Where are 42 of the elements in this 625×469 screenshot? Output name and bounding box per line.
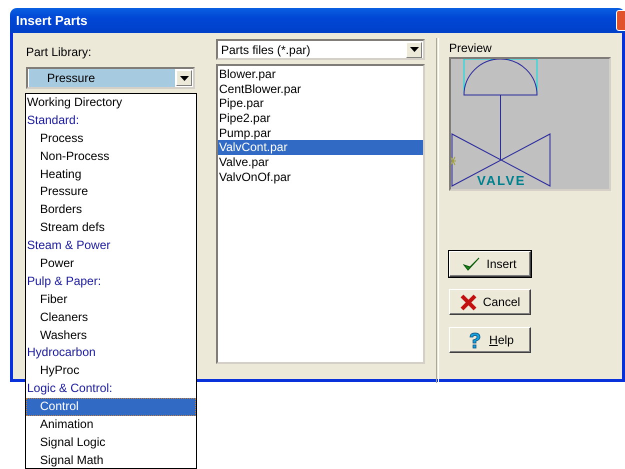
library-item[interactable]: Signal Logic xyxy=(26,434,196,452)
library-item[interactable]: Pressure xyxy=(26,183,196,202)
file-item[interactable]: Pipe.par xyxy=(218,96,423,112)
insert-button[interactable]: Insert xyxy=(449,251,531,277)
library-item[interactable]: Fiber xyxy=(26,290,196,309)
category-header[interactable]: Steam & Power xyxy=(26,237,196,256)
library-item[interactable]: Non-Process xyxy=(26,148,196,166)
file-item[interactable]: ValvCont.par xyxy=(218,140,423,156)
window-title: Insert Parts xyxy=(16,13,88,28)
file-item[interactable]: CentBlower.par xyxy=(218,82,423,96)
library-item[interactable]: Signal Math xyxy=(26,452,196,468)
library-item[interactable]: Working Directory xyxy=(26,94,196,112)
checkmark-icon xyxy=(463,256,480,272)
field-label: Part Library: xyxy=(26,45,92,61)
cancel-button[interactable]: Cancel xyxy=(449,289,531,315)
library-item[interactable]: Control xyxy=(26,398,196,416)
file-type-dropdown[interactable]: Parts files (*.par) xyxy=(216,39,425,60)
library-dropdown[interactable]: Pressure xyxy=(26,67,195,89)
library-item[interactable]: Borders xyxy=(26,201,196,220)
file-item[interactable]: Pump.par xyxy=(218,126,423,140)
file-item[interactable]: Valve.par xyxy=(218,155,423,170)
file-item[interactable]: ValvOnOf.par xyxy=(218,170,423,184)
library-item[interactable]: Process xyxy=(26,130,196,148)
library-item[interactable]: Heating xyxy=(26,166,196,184)
library-item[interactable]: Washers xyxy=(26,326,196,344)
library-item[interactable]: Stream defs xyxy=(26,219,196,238)
category-header[interactable]: Logic & Control: xyxy=(26,380,196,398)
cross-icon xyxy=(460,294,477,310)
help-button[interactable]: Help xyxy=(449,327,531,353)
library-item[interactable]: Power xyxy=(26,255,196,273)
library-item[interactable]: Cleaners xyxy=(26,308,196,327)
preview-label: Preview xyxy=(449,41,493,57)
category-header[interactable]: Standard: xyxy=(26,112,196,130)
dropdown-arrow-icon xyxy=(410,47,418,52)
library-item[interactable]: Animation xyxy=(26,416,196,434)
dropdown-arrow-icon xyxy=(180,76,188,80)
category-header[interactable]: Hydrocarbon xyxy=(26,344,196,362)
file-item[interactable]: Blower.par xyxy=(218,67,423,82)
library-item[interactable]: HyProc xyxy=(26,362,196,380)
file-item[interactable]: Pipe2.par xyxy=(218,111,423,126)
valve-label: VALVE xyxy=(477,173,526,188)
category-header[interactable]: Pulp & Paper: xyxy=(26,272,196,291)
